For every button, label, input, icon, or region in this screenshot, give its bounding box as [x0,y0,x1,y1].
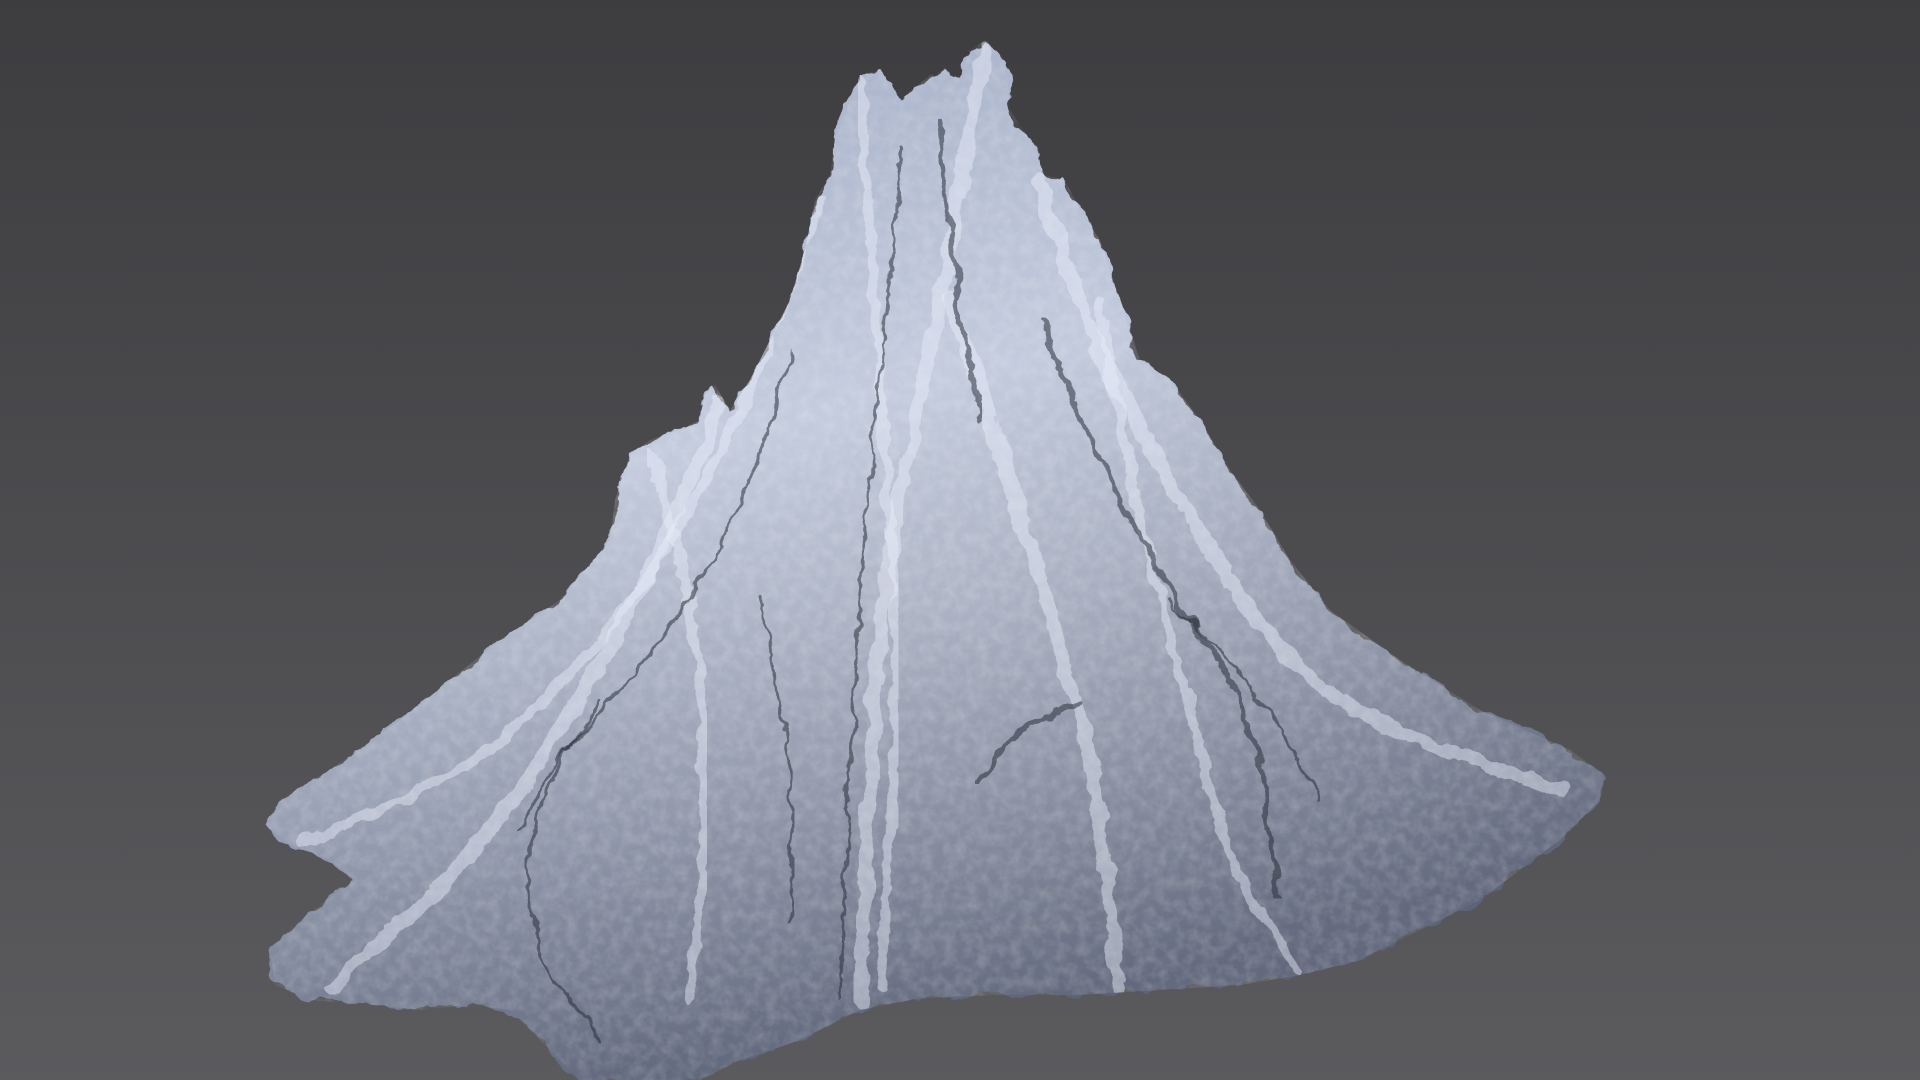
3d-viewport[interactable] [0,0,1920,1080]
mountain-surface-detail [265,40,1605,1080]
sculpted-mountain-mesh[interactable] [0,0,1920,1080]
